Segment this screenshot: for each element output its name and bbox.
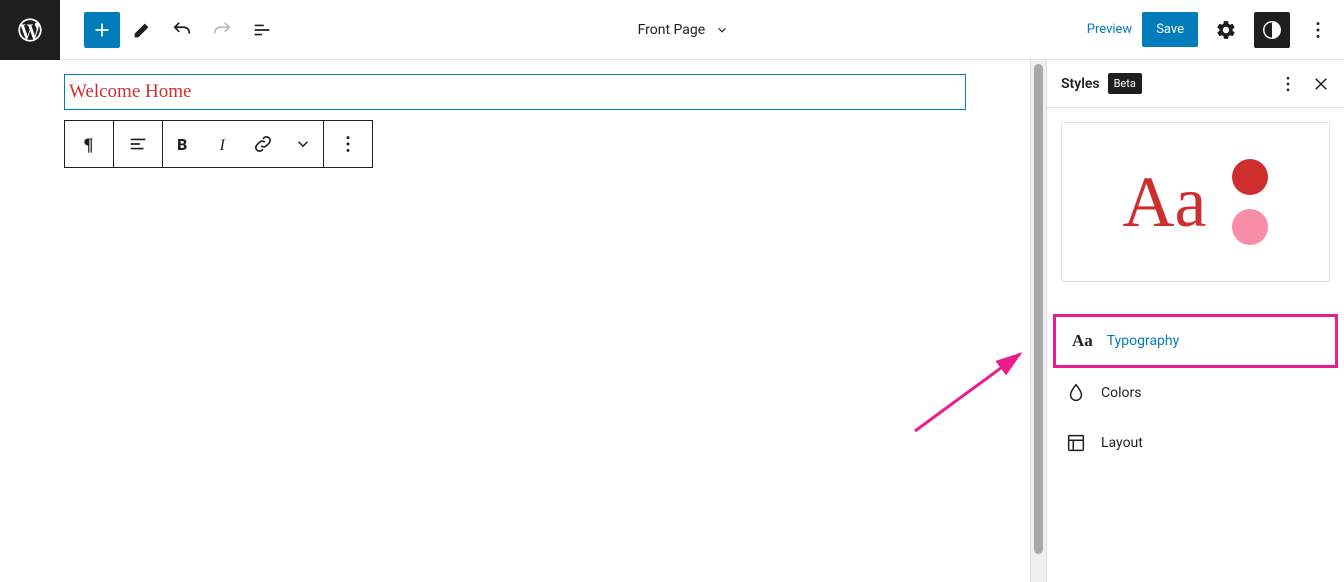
chevron-down-icon bbox=[294, 135, 312, 153]
preview-sample-text: Aa bbox=[1123, 166, 1207, 238]
canvas-scrollbar[interactable] bbox=[1030, 60, 1046, 582]
italic-button[interactable]: I bbox=[203, 120, 243, 168]
block-toolbar: ¶ B I bbox=[64, 120, 373, 168]
close-icon bbox=[1312, 75, 1330, 93]
scrollbar-thumb[interactable] bbox=[1034, 64, 1043, 554]
beta-badge: Beta bbox=[1108, 73, 1142, 94]
more-options-button[interactable] bbox=[1300, 12, 1336, 48]
svg-text:¶: ¶ bbox=[84, 134, 94, 154]
sidebar-item-colors[interactable]: Colors bbox=[1049, 368, 1342, 418]
redo-button[interactable] bbox=[204, 12, 240, 48]
add-block-button[interactable] bbox=[84, 12, 120, 48]
styles-sidebar: Styles Beta Aa Aa Typography bbox=[1046, 60, 1344, 582]
undo-icon bbox=[171, 19, 193, 41]
sidebar-item-layout[interactable]: Layout bbox=[1049, 418, 1342, 468]
sidebar-item-label: Colors bbox=[1101, 385, 1141, 401]
gear-icon bbox=[1215, 19, 1237, 41]
sidebar-item-label: Layout bbox=[1101, 435, 1143, 451]
redo-icon bbox=[211, 19, 233, 41]
styles-toggle-button[interactable] bbox=[1254, 12, 1290, 48]
toolbar-right-group: Preview Save bbox=[1087, 12, 1344, 48]
pencil-icon bbox=[131, 19, 153, 41]
more-rich-text-button[interactable] bbox=[283, 120, 323, 168]
undo-button[interactable] bbox=[164, 12, 200, 48]
typography-icon: Aa bbox=[1072, 331, 1093, 351]
paragraph-icon: ¶ bbox=[78, 133, 100, 155]
styles-icon bbox=[1261, 19, 1283, 41]
sidebar-more-button[interactable] bbox=[1278, 74, 1298, 94]
toolbar-left-group bbox=[60, 12, 280, 48]
color-dot-secondary bbox=[1232, 209, 1268, 245]
preview-link[interactable]: Preview bbox=[1087, 22, 1132, 37]
paragraph-block[interactable]: Welcome Home bbox=[64, 74, 966, 110]
drop-icon bbox=[1065, 382, 1087, 404]
svg-text:B: B bbox=[177, 135, 187, 154]
sidebar-header: Styles Beta bbox=[1047, 60, 1344, 108]
sidebar-title: Styles bbox=[1061, 76, 1100, 92]
align-left-icon bbox=[127, 133, 149, 155]
style-preview-card[interactable]: Aa bbox=[1061, 122, 1330, 282]
document-title-label: Front Page bbox=[638, 22, 706, 38]
plus-icon bbox=[91, 19, 113, 41]
bold-icon: B bbox=[173, 134, 193, 154]
more-vertical-icon bbox=[1278, 74, 1298, 94]
block-type-button[interactable]: ¶ bbox=[65, 120, 113, 168]
link-icon bbox=[252, 133, 274, 155]
list-view-button[interactable] bbox=[244, 12, 280, 48]
wordpress-logo[interactable] bbox=[0, 0, 60, 60]
sidebar-close-button[interactable] bbox=[1312, 75, 1330, 93]
link-button[interactable] bbox=[243, 120, 283, 168]
edit-mode-button[interactable] bbox=[124, 12, 160, 48]
more-vertical-icon bbox=[1307, 19, 1329, 41]
main-area: Welcome Home ¶ B I bbox=[0, 60, 1344, 582]
save-button[interactable]: Save bbox=[1142, 12, 1198, 47]
settings-button[interactable] bbox=[1208, 12, 1244, 48]
sidebar-nav-list: Aa Typography Colors Layout bbox=[1047, 296, 1344, 468]
chevron-down-icon bbox=[715, 23, 729, 37]
bold-button[interactable]: B bbox=[163, 120, 203, 168]
sidebar-item-typography[interactable]: Aa Typography bbox=[1053, 314, 1338, 368]
more-vertical-icon bbox=[337, 133, 359, 155]
preview-color-dots bbox=[1232, 159, 1268, 245]
document-title-dropdown[interactable]: Front Page bbox=[280, 22, 1087, 38]
italic-icon: I bbox=[213, 134, 233, 154]
block-options-button[interactable] bbox=[324, 120, 372, 168]
editor-canvas[interactable]: Welcome Home ¶ B I bbox=[0, 60, 1030, 582]
sidebar-item-label: Typography bbox=[1107, 333, 1179, 349]
align-button[interactable] bbox=[114, 120, 162, 168]
list-view-icon bbox=[251, 19, 273, 41]
color-dot-primary bbox=[1232, 159, 1268, 195]
top-toolbar: Front Page Preview Save bbox=[0, 0, 1344, 60]
annotation-arrow bbox=[910, 346, 1030, 436]
svg-text:I: I bbox=[219, 137, 226, 154]
wordpress-icon bbox=[16, 16, 44, 44]
layout-icon bbox=[1065, 432, 1087, 454]
